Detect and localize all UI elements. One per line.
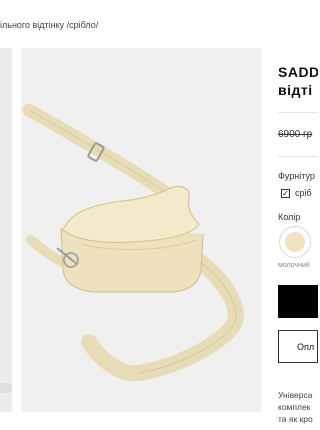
old-price: 6900 гр (278, 129, 313, 140)
product-info-panel: SADD відті 6900 гр Фурнітур ✓ сріб Колір… (278, 0, 318, 430)
breadcrumb[interactable]: ільного відтінку /срібло/ (0, 20, 260, 30)
gallery-thumbnail-strip[interactable] (0, 48, 13, 412)
accessories-label: Фурнітур (278, 171, 315, 181)
divider (278, 112, 318, 113)
product-description: Універса комплек та як кро (278, 389, 318, 425)
product-title-line: SADD (278, 64, 318, 80)
product-title: SADD відті (278, 63, 318, 99)
gallery-thumbnail[interactable] (0, 383, 12, 393)
accessories-checkbox[interactable]: ✓ (281, 189, 290, 198)
divider (278, 156, 318, 157)
description-line: комплек (278, 402, 311, 412)
product-title-line: відті (278, 82, 313, 98)
color-swatch[interactable] (279, 226, 311, 258)
description-line: та як кро (278, 414, 313, 424)
accessories-option-label[interactable]: сріб (295, 188, 312, 198)
bag-illustration (22, 103, 244, 382)
add-to-cart-button[interactable] (278, 285, 318, 318)
color-label: Колір (278, 212, 301, 222)
color-swatch-label: молочний (278, 262, 310, 269)
description-line: Універса (278, 390, 313, 400)
color-swatch-fill (285, 232, 305, 252)
pay-button[interactable]: Опл (278, 330, 318, 363)
product-main-image[interactable] (21, 48, 261, 412)
